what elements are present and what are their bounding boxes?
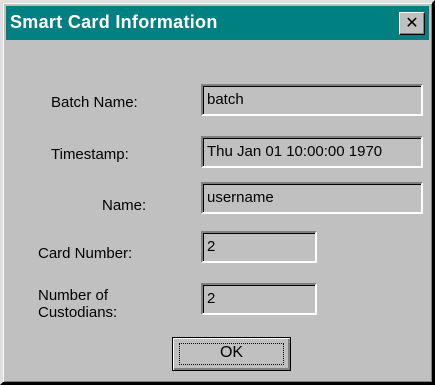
batch-name-label: Batch Name: [51, 94, 138, 111]
batch-name-field[interactable]: batch [201, 84, 423, 116]
timestamp-label: Timestamp: [51, 146, 129, 163]
custodians-label-line1: Number of [38, 287, 109, 304]
name-field[interactable]: username [201, 182, 423, 214]
ok-button[interactable]: OK [172, 337, 291, 371]
name-label: Name: [102, 197, 147, 214]
close-button[interactable]: ✕ [399, 12, 425, 35]
card-number-label: Card Number: [38, 245, 133, 262]
custodians-field[interactable]: 2 [201, 283, 317, 315]
title-bar[interactable]: Smart Card Information ✕ [6, 6, 429, 40]
window-title: Smart Card Information [10, 12, 218, 32]
ok-button-label: OK [219, 344, 244, 361]
timestamp-field[interactable]: Thu Jan 01 10:00:00 1970 [201, 136, 423, 168]
smart-card-dialog: Smart Card Information ✕ Batch Name: bat… [0, 0, 435, 385]
custodians-label-line2: Custodians: [38, 304, 118, 321]
card-number-field[interactable]: 2 [201, 231, 317, 263]
close-icon: ✕ [405, 13, 419, 32]
